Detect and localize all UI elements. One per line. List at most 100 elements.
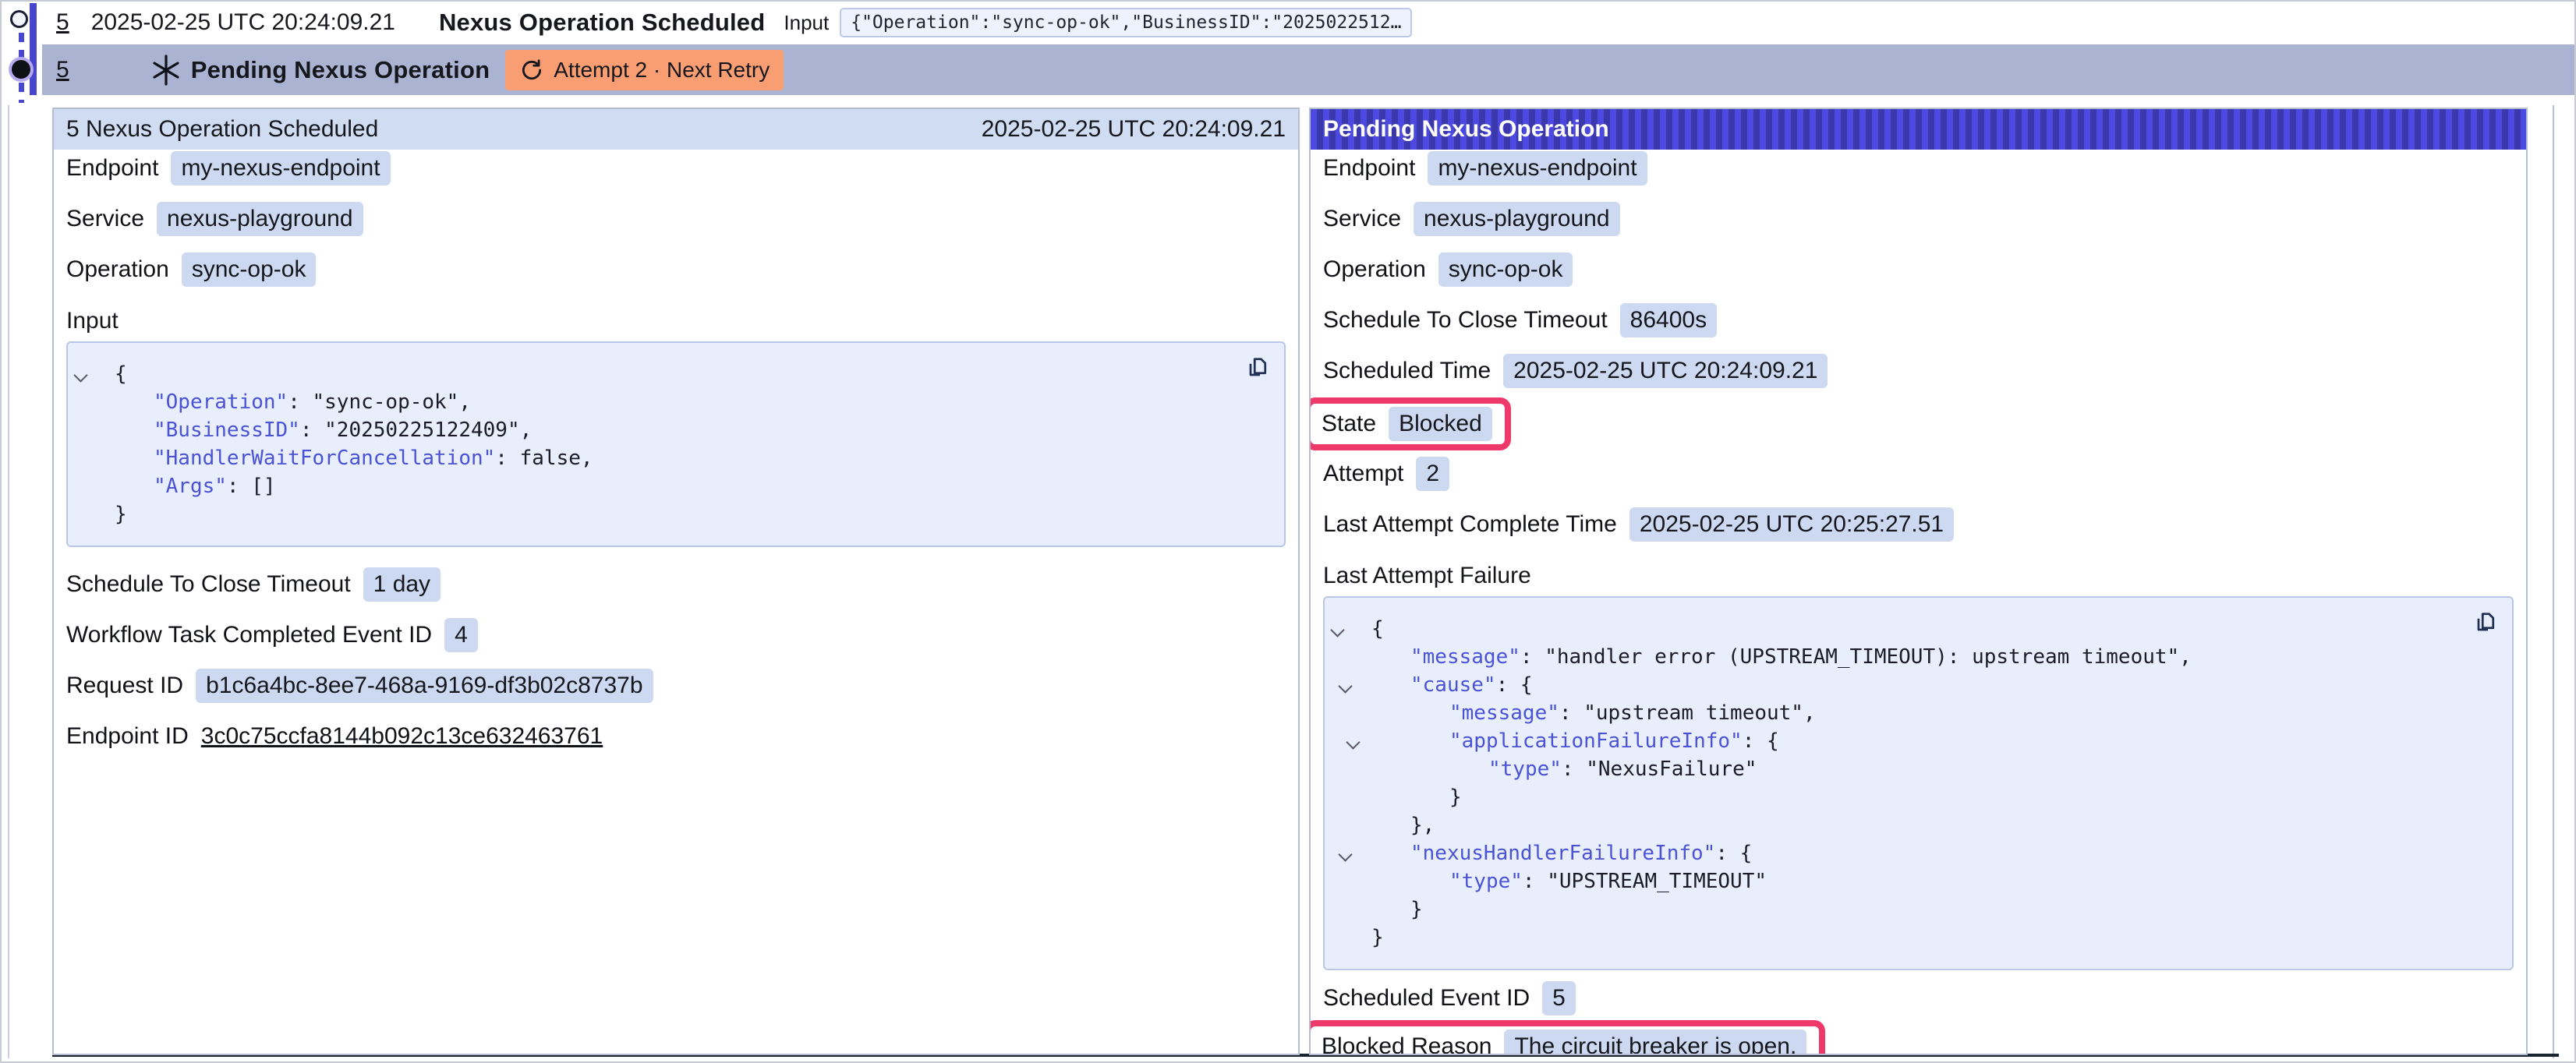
json-line-text: "Operation": "sync-op-ok", xyxy=(115,388,471,416)
field-row-workflow-task-completed-event-id: Workflow Task Completed Event ID 4 xyxy=(66,618,1286,652)
json-gutter xyxy=(76,444,115,472)
json-line: { xyxy=(1332,615,2465,643)
blocked-reason-label: Blocked Reason xyxy=(1322,1033,1491,1055)
pending-fields-top: Endpointmy-nexus-endpointServicenexus-pl… xyxy=(1323,151,2514,388)
json-gutter xyxy=(1332,727,1371,755)
json-gutter xyxy=(1332,615,1371,643)
json-gutter xyxy=(1332,839,1371,867)
event-title: Nexus Operation Scheduled xyxy=(439,9,765,37)
input-json-block: {"Operation": "sync-op-ok","BusinessID":… xyxy=(66,341,1286,547)
event-input-preview[interactable]: {"Operation":"sync-op-ok","BusinessID":"… xyxy=(840,8,1412,37)
json-line-text: } xyxy=(1371,895,1423,924)
pending-asterisk-icon xyxy=(150,53,182,87)
scheduled-event-id-value: 5 xyxy=(1542,981,1576,1015)
field-value-badge: 86400s xyxy=(1620,303,1717,337)
history-screen: 5 2025-02-25 UTC 20:24:09.21 Nexus Opera… xyxy=(0,0,2576,1063)
json-line: "HandlerWaitForCancellation": false, xyxy=(76,444,1237,472)
event-id-link[interactable]: 5 xyxy=(56,57,69,83)
field-row-endpoint: Endpointmy-nexus-endpoint xyxy=(1323,151,2514,185)
field-label: Attempt xyxy=(1323,461,1403,487)
field-value-badge: my-nexus-endpoint xyxy=(1428,151,1647,185)
failure-json-block: {"message": "handler error (UPSTREAM_TIM… xyxy=(1323,596,2514,970)
json-gutter xyxy=(1332,895,1371,924)
scheduled-fields-top: Endpointmy-nexus-endpointServicenexus-pl… xyxy=(66,151,1286,287)
field-label: Endpoint xyxy=(66,155,158,182)
field-value-link[interactable]: 3c0c75ccfa8144b092c13ce632463761 xyxy=(201,723,603,750)
json-line-text: "message": "upstream timeout", xyxy=(1371,699,1816,727)
json-line: }, xyxy=(1332,811,2465,839)
field-value-badge: 2025-02-25 UTC 20:25:27.51 xyxy=(1629,507,1954,542)
json-line: } xyxy=(1332,783,2465,811)
field-row-operation: Operation sync-op-ok xyxy=(66,253,1286,287)
collapse-chevron-icon[interactable] xyxy=(1338,679,1352,693)
field-label: Schedule To Close Timeout xyxy=(1323,307,1608,334)
pending-panel-title: Pending Nexus Operation xyxy=(1323,116,1609,143)
copy-icon[interactable] xyxy=(1244,354,1272,382)
timeline-event-dot-open xyxy=(10,10,28,28)
json-line: "BusinessID": "20250225122409", xyxy=(76,416,1237,444)
field-row-schedule-to-close-timeout: Schedule To Close Timeout1 day xyxy=(66,567,1286,602)
json-line-text: "Args": [] xyxy=(115,472,276,500)
field-label: Last Attempt Complete Time xyxy=(1323,511,1617,538)
json-gutter xyxy=(76,416,115,444)
json-gutter xyxy=(1332,867,1371,895)
field-row-request-id: Request IDb1c6a4bc-8ee7-468a-9169-df3b02… xyxy=(66,669,1286,703)
pending-operation-panel: Pending Nexus Operation Endpointmy-nexus… xyxy=(1309,108,2528,1055)
json-line-text: { xyxy=(115,360,127,388)
field-value-badge: 4 xyxy=(444,618,478,652)
blocked-reason-value: The circuit breaker is open. xyxy=(1504,1029,1806,1055)
json-gutter xyxy=(1332,811,1371,839)
event-detail-panel-scheduled: 5 Nexus Operation Scheduled 2025-02-25 U… xyxy=(52,108,1300,1055)
scheduled-event-id-label: Scheduled Event ID xyxy=(1323,985,1530,1012)
attempt-retry-badge: Attempt 2 · Next Retry xyxy=(505,50,784,90)
field-value-badge: 2 xyxy=(1416,457,1449,491)
json-gutter xyxy=(1332,671,1371,699)
json-line-text: { xyxy=(1371,615,1384,643)
field-row-operation: Operation sync-op-ok xyxy=(1323,253,2514,287)
event-id-link[interactable]: 5 xyxy=(56,9,69,36)
timeline-event-dot-selected xyxy=(12,60,30,79)
event-row-nexus-operation-scheduled[interactable]: 5 2025-02-25 UTC 20:24:09.21 Nexus Opera… xyxy=(42,3,2574,42)
json-line-text: } xyxy=(115,500,127,528)
timeline-active-bar xyxy=(30,3,37,95)
field-label: Operation xyxy=(1323,256,1426,283)
copy-icon[interactable] xyxy=(2472,609,2500,637)
json-gutter xyxy=(1332,643,1371,671)
json-line-text: "message": "handler error (UPSTREAM_TIME… xyxy=(1371,643,2192,671)
field-label: Service xyxy=(66,206,144,232)
collapse-chevron-icon[interactable] xyxy=(1330,623,1344,637)
field-row-schedule-to-close-timeout: Schedule To Close Timeout 86400s xyxy=(1323,303,2514,337)
state-label: State xyxy=(1322,411,1376,437)
collapse-chevron-icon[interactable] xyxy=(1346,735,1360,749)
field-row-endpoint-id: Endpoint ID3c0c75ccfa8144b092c13ce632463… xyxy=(66,719,1286,754)
json-line: "message": "upstream timeout", xyxy=(1332,699,2465,727)
field-value-badge: sync-op-ok xyxy=(1438,253,1573,287)
blocked-reason-annotation-box: Blocked Reason The circuit breaker is op… xyxy=(1309,1020,1825,1055)
field-row-scheduled-event-id: Scheduled Event ID 5 xyxy=(1323,981,2514,1015)
json-line-text: }, xyxy=(1371,811,1435,839)
json-line: "Args": [] xyxy=(76,472,1237,500)
field-label: Workflow Task Completed Event ID xyxy=(66,622,432,648)
timeline-dashed-connector xyxy=(19,83,24,103)
field-row-attempt: Attempt 2 xyxy=(1323,457,2514,491)
json-gutter xyxy=(1332,699,1371,727)
input-json-lines: {"Operation": "sync-op-ok","BusinessID":… xyxy=(76,360,1237,528)
field-label: Operation xyxy=(66,256,169,283)
collapse-chevron-icon[interactable] xyxy=(73,368,87,382)
field-value-badge: sync-op-ok xyxy=(182,253,317,287)
json-line: "type": "NexusFailure" xyxy=(1332,755,2465,783)
event-row-pending-nexus-operation[interactable]: 5 Pending Nexus Operation Attempt 2 · Ne… xyxy=(42,44,2574,95)
field-value-badge: b1c6a4bc-8ee7-468a-9169-df3b02c8737b xyxy=(196,669,653,703)
json-line: "Operation": "sync-op-ok", xyxy=(76,388,1237,416)
pending-event-title: Pending Nexus Operation xyxy=(191,56,490,84)
json-line-text: "BusinessID": "20250225122409", xyxy=(115,416,532,444)
field-value-badge: nexus-playground xyxy=(1414,202,1620,236)
event-timestamp: 2025-02-25 UTC 20:24:09.21 xyxy=(91,9,395,36)
event-input-label: Input xyxy=(784,11,829,35)
timeline-dashed-connector xyxy=(19,33,24,58)
field-label: Scheduled Time xyxy=(1323,358,1491,384)
json-line: } xyxy=(76,500,1237,528)
detail-container-left-border xyxy=(8,105,9,1058)
collapse-chevron-icon[interactable] xyxy=(1338,847,1352,861)
json-line: "applicationFailureInfo": { xyxy=(1332,727,2465,755)
